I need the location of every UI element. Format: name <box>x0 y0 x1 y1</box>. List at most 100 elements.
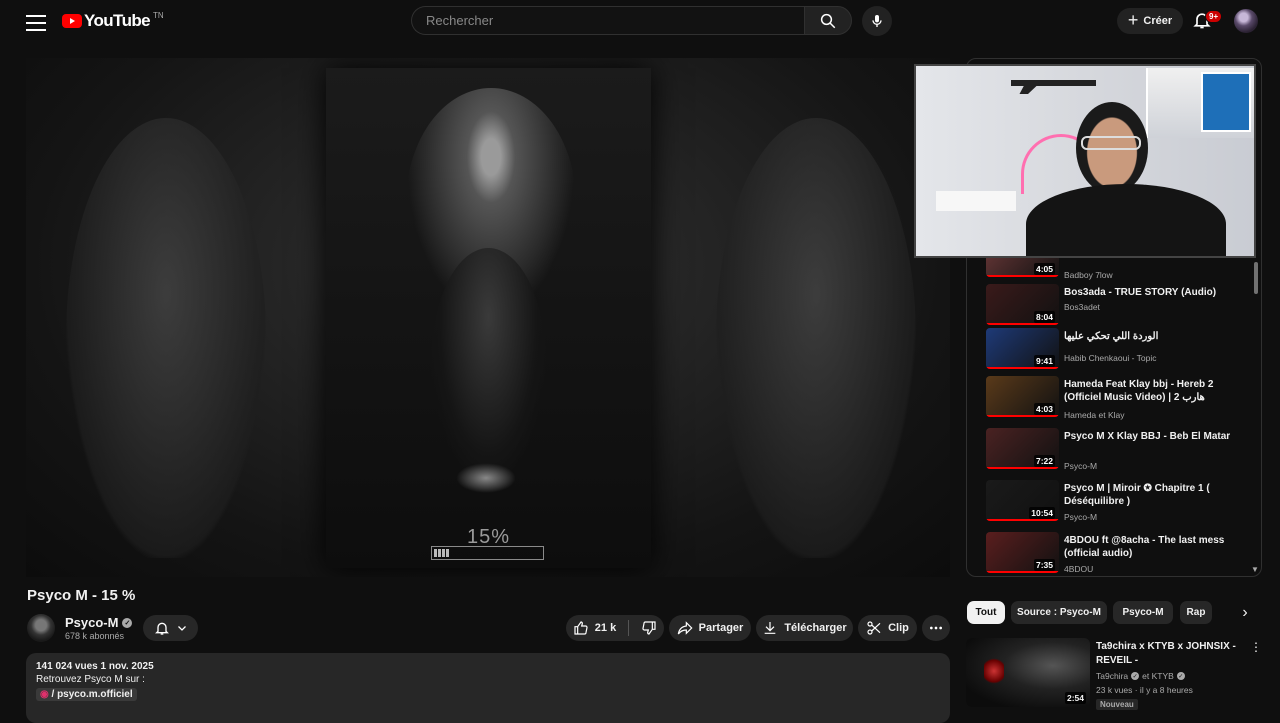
list-item[interactable]: 10:54 Psyco M | Miroir ✪ Chapitre 1 ( Dés… <box>986 480 1246 528</box>
watched-progress <box>986 467 1059 469</box>
thumb-art <box>984 656 1004 686</box>
glasses <box>1081 136 1141 150</box>
youtube-play-icon <box>62 14 82 28</box>
channel-name[interactable]: Psyco-M <box>1064 461 1097 471</box>
recommendation-thumbnail[interactable]: 2:54 <box>966 638 1090 707</box>
chip-filter[interactable]: Rap <box>1180 601 1212 624</box>
divider <box>628 620 630 636</box>
menu-icon[interactable] <box>22 10 50 32</box>
video-thumbnail[interactable]: 9:41 <box>986 328 1059 369</box>
recommendation-views: 23 k vues · il y a 8 heures <box>1096 685 1193 695</box>
video-title: Psyco M - 15 % <box>27 587 136 604</box>
radiator <box>936 191 1016 211</box>
scroll-down-arrow[interactable]: ▼ <box>1251 565 1259 574</box>
instagram-icon: ◉ <box>40 689 49 700</box>
list-item[interactable]: 4:03 Hameda Feat Klay bbj - Hereb 2 (Offi… <box>986 376 1246 424</box>
description-box[interactable]: 141 024 vues 1 nov. 2025 Retrouvez Psyco… <box>26 653 950 723</box>
search-box[interactable] <box>411 6 805 35</box>
microphone-icon <box>872 15 882 27</box>
channel-name[interactable]: Psyco-M <box>1064 512 1097 522</box>
chip-filter[interactable]: Psyco-M <box>1113 601 1173 624</box>
clip-button[interactable]: Clip <box>858 615 917 641</box>
list-item[interactable]: 7:35 4BDOU ft @8acha - The last mess (off… <box>986 532 1246 580</box>
webcam-overlay <box>914 64 1256 258</box>
recommendation-title[interactable]: Ta9chira x KTYB x JOHNSIX - REVEIL - <box>1096 640 1241 668</box>
clip-label: Clip <box>888 622 909 634</box>
create-button[interactable]: + Créer <box>1117 8 1183 34</box>
download-label: Télécharger <box>784 622 847 634</box>
ghost-hand-right <box>716 118 916 558</box>
more-horizontal-icon <box>930 626 942 630</box>
channel-name[interactable]: Hameda et Klay <box>1064 410 1124 420</box>
list-item[interactable]: 9:41 الوردة اللي تحكي عليها Habib Chenkaou… <box>986 328 1246 376</box>
verified-icon: ✓ <box>1131 672 1140 680</box>
channel-joiner[interactable]: et KTYB <box>1142 671 1174 681</box>
video-title[interactable]: Psyco M | Miroir ✪ Chapitre 1 ( Déséquil… <box>1064 482 1239 508</box>
video-title[interactable]: Bos3ada - TRUE STORY (Audio) <box>1064 286 1239 299</box>
thumbs-down-icon[interactable] <box>641 620 657 636</box>
video-thumbnail[interactable]: 7:22 <box>986 428 1059 469</box>
video-title[interactable]: Psyco M X Klay BBJ - Beb El Matar <box>1064 430 1239 443</box>
instagram-handle[interactable]: / psyco.m.officiel <box>52 689 133 700</box>
subscription-bell-button[interactable] <box>143 615 198 641</box>
thumbs-up-icon[interactable] <box>573 620 589 636</box>
more-actions-button[interactable] <box>922 615 950 641</box>
album-cover <box>326 68 651 568</box>
video-thumbnail[interactable]: 8:04 <box>986 284 1059 325</box>
video-title[interactable]: Hameda Feat Klay bbj - Hereb 2 (Officiel… <box>1064 378 1239 404</box>
like-count[interactable]: 21 k <box>595 622 616 634</box>
account-avatar[interactable] <box>1234 9 1258 33</box>
download-icon <box>764 622 776 634</box>
instagram-link[interactable]: ◉ / psyco.m.officiel <box>36 688 137 701</box>
channel-name[interactable]: Habib Chenkaoui - Topic <box>1064 353 1156 363</box>
chevron-right-icon[interactable]: › <box>1233 601 1257 625</box>
verified-icon: ✓ <box>1176 672 1185 680</box>
list-item[interactable]: 8:04 Bos3ada - TRUE STORY (Audio) Bos3adet <box>986 284 1246 332</box>
video-thumbnail[interactable]: 10:54 <box>986 480 1059 521</box>
channel-name[interactable]: 4BDOU <box>1064 564 1093 574</box>
channel-name[interactable]: Badboy 7low <box>1064 270 1113 280</box>
chip-filter[interactable]: Tout <box>967 601 1005 624</box>
throne-figure <box>431 248 546 478</box>
video-thumbnail[interactable]: 4:03 <box>986 376 1059 417</box>
duration-label: 7:22 <box>1033 455 1055 467</box>
channel-name[interactable]: Bos3adet <box>1064 302 1100 312</box>
duration-label: 9:41 <box>1033 355 1055 367</box>
scrollbar-thumb[interactable] <box>1254 262 1258 294</box>
duration-label: 8:04 <box>1033 311 1055 323</box>
channel-avatar[interactable] <box>27 614 55 642</box>
share-button[interactable]: Partager <box>669 615 751 641</box>
country-code: TN <box>153 10 164 20</box>
video-title[interactable]: 4BDOU ft @8acha - The last mess (officia… <box>1064 534 1239 560</box>
duration-label: 7:35 <box>1033 559 1055 571</box>
more-vertical-icon[interactable]: ⋮ <box>1250 640 1262 654</box>
loading-bar-fill <box>434 549 451 557</box>
channel-name[interactable]: Ta9chira <box>1096 671 1128 681</box>
chip-filter[interactable]: Source : Psyco-M <box>1011 601 1107 624</box>
list-item[interactable]: 7:22 Psyco M X Klay BBJ - Beb El Matar Psy… <box>986 428 1246 476</box>
search-input[interactable] <box>424 12 793 29</box>
recommendation-channels[interactable]: Ta9chira ✓ et KTYB ✓ <box>1096 671 1185 681</box>
share-label: Partager <box>698 622 744 634</box>
like-dislike-group: 21 k <box>566 615 664 641</box>
youtube-logo[interactable]: YouTube TN <box>62 10 164 32</box>
watched-progress <box>986 571 1059 573</box>
watched-progress <box>986 415 1059 417</box>
duration-label: 4:05 <box>1033 263 1055 275</box>
ghost-hand-left <box>66 118 266 558</box>
person-shoulders <box>1026 184 1226 256</box>
watched-progress <box>986 323 1059 325</box>
video-thumbnail[interactable]: 7:35 <box>986 532 1059 573</box>
chevron-down-icon <box>177 626 186 631</box>
channel-name-row[interactable]: Psyco-M ✓ <box>65 615 133 630</box>
video-title[interactable]: الوردة اللي تحكي عليها <box>1064 330 1239 343</box>
download-button[interactable]: Télécharger <box>756 615 853 641</box>
search-button[interactable] <box>804 6 852 35</box>
plus-icon: + <box>1127 9 1139 30</box>
duration-label: 2:54 <box>1064 692 1086 704</box>
description-line: Retrouvez Psyco M sur : <box>36 674 145 685</box>
channel-name[interactable]: Psyco-M <box>65 615 118 630</box>
video-player[interactable]: 15% <box>26 58 950 577</box>
loading-bar <box>431 546 544 560</box>
voice-search-button[interactable] <box>862 6 892 36</box>
